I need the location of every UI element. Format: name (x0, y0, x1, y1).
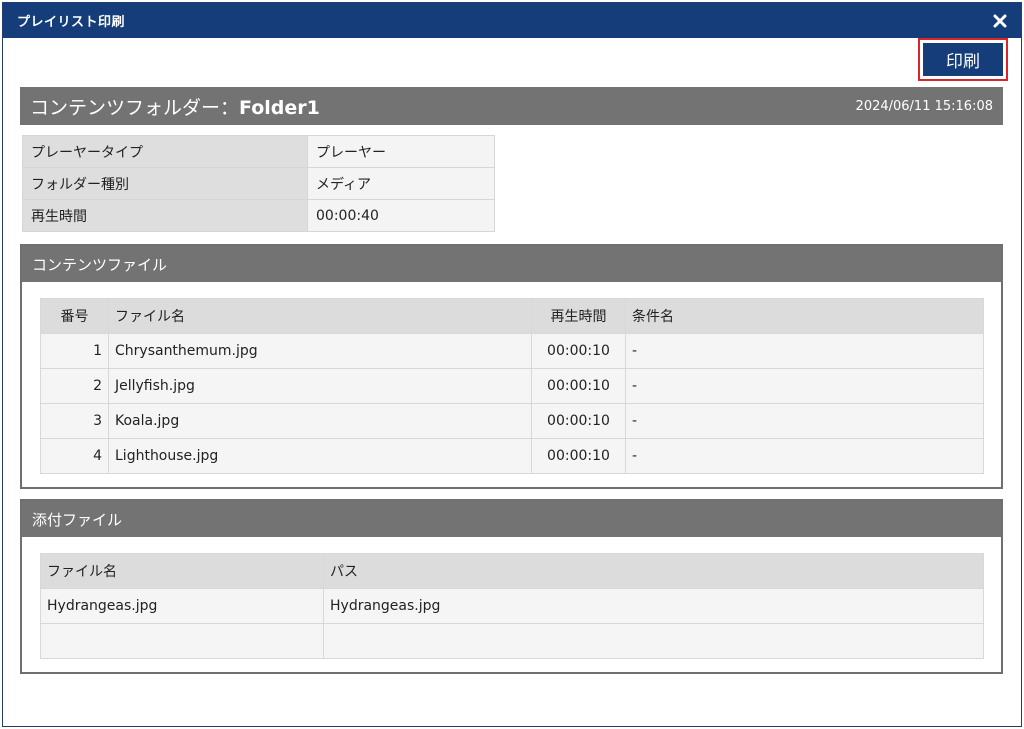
table-header-row: 番号 ファイル名 再生時間 条件名 (40, 298, 984, 334)
col-header-no: 番号 (40, 298, 109, 334)
info-row: 再生時間 00:00:40 (22, 199, 495, 232)
folder-name: Folder1 (239, 96, 320, 119)
cell-condition: - (625, 333, 984, 369)
col-header-path: パス (323, 553, 984, 589)
col-header-duration: 再生時間 (531, 298, 626, 334)
info-value: プレーヤー (307, 135, 495, 168)
info-label: 再生時間 (22, 199, 308, 232)
cell-condition: - (625, 403, 984, 439)
title-bar: プレイリスト印刷 (3, 3, 1021, 38)
cell-condition: - (625, 438, 984, 474)
col-header-filename: ファイル名 (108, 298, 532, 334)
info-value: 00:00:40 (307, 199, 495, 232)
table-row (40, 623, 984, 659)
info-row: プレーヤータイプ プレーヤー (22, 135, 495, 168)
print-button[interactable]: 印刷 (923, 43, 1003, 76)
attachments-section: 添付ファイル ファイル名 パス Hydrangeas.jpg Hydrangea… (20, 499, 1003, 674)
window-title: プレイリスト印刷 (17, 15, 126, 30)
cell-condition: - (625, 368, 984, 404)
close-icon[interactable] (991, 12, 1009, 30)
cell-no: 3 (40, 403, 109, 439)
info-value: メディア (307, 167, 495, 200)
cell-duration: 00:00:10 (531, 368, 626, 404)
content-files-section: コンテンツファイル 番号 ファイル名 再生時間 条件名 1 Chrysanthe… (20, 244, 1003, 489)
cell-duration: 00:00:10 (531, 438, 626, 474)
folder-header: コンテンツフォルダー：Folder1 2024/06/11 15:16:08 (20, 87, 1003, 125)
attachments-title: 添付ファイル (22, 501, 1001, 537)
cell-path (323, 623, 984, 659)
cell-path: Hydrangeas.jpg (323, 588, 984, 624)
cell-filename: Jellyfish.jpg (108, 368, 532, 404)
folder-info-table: プレーヤータイプ プレーヤー フォルダー種別 メディア 再生時間 00:00:4… (22, 135, 495, 232)
attachments-table: ファイル名 パス Hydrangeas.jpg Hydrangeas.jpg (40, 553, 984, 659)
content-files-title: コンテンツファイル (22, 246, 1001, 282)
table-row: 4 Lighthouse.jpg 00:00:10 - (40, 438, 984, 474)
cell-filename (40, 623, 324, 659)
info-label: フォルダー種別 (22, 167, 308, 200)
table-row: 2 Jellyfish.jpg 00:00:10 - (40, 368, 984, 404)
table-row: Hydrangeas.jpg Hydrangeas.jpg (40, 588, 984, 624)
folder-title: コンテンツフォルダー：Folder1 (30, 93, 320, 120)
print-button-highlight: 印刷 (918, 38, 1008, 81)
info-row: フォルダー種別 メディア (22, 167, 495, 200)
cell-filename: Chrysanthemum.jpg (108, 333, 532, 369)
print-datetime: 2024/06/11 15:16:08 (855, 98, 993, 114)
table-header-row: ファイル名 パス (40, 553, 984, 589)
col-header-filename: ファイル名 (40, 553, 324, 589)
cell-no: 4 (40, 438, 109, 474)
cell-no: 2 (40, 368, 109, 404)
content-files-table: 番号 ファイル名 再生時間 条件名 1 Chrysanthemum.jpg 00… (40, 298, 984, 474)
cell-filename: Hydrangeas.jpg (40, 588, 324, 624)
cell-no: 1 (40, 333, 109, 369)
cell-duration: 00:00:10 (531, 403, 626, 439)
table-row: 1 Chrysanthemum.jpg 00:00:10 - (40, 333, 984, 369)
folder-title-prefix: コンテンツフォルダー： (30, 96, 240, 119)
cell-filename: Koala.jpg (108, 403, 532, 439)
cell-filename: Lighthouse.jpg (108, 438, 532, 474)
table-row: 3 Koala.jpg 00:00:10 - (40, 403, 984, 439)
info-label: プレーヤータイプ (22, 135, 308, 168)
col-header-condition: 条件名 (625, 298, 984, 334)
cell-duration: 00:00:10 (531, 333, 626, 369)
